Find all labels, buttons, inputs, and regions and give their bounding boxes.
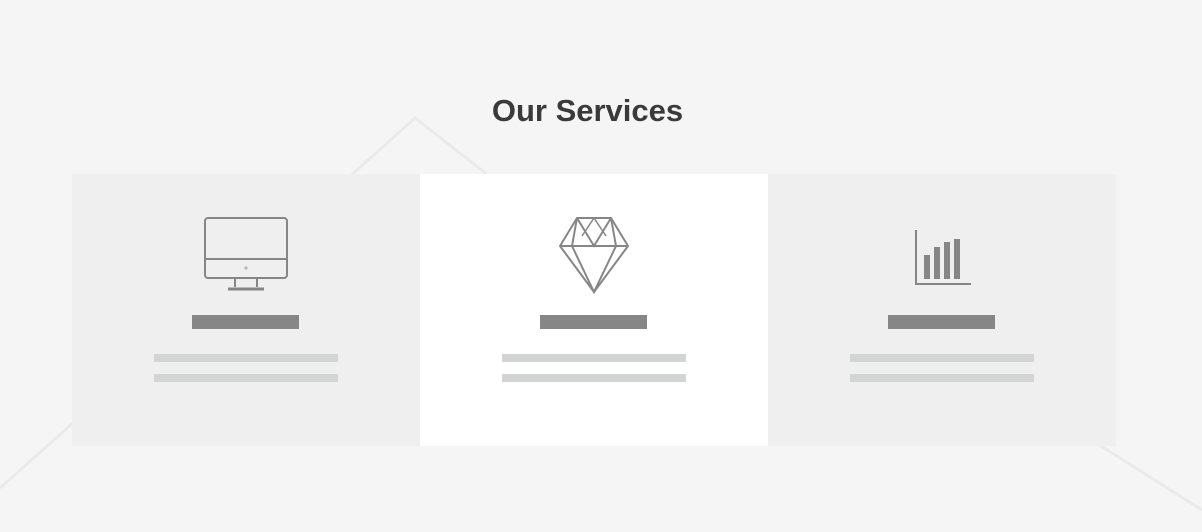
bar-chart-icon (892, 214, 992, 294)
services-row (72, 174, 1116, 446)
diamond-icon (544, 214, 644, 295)
service-text-placeholder-line (154, 354, 338, 362)
service-card-desktop[interactable] (72, 174, 420, 446)
service-heading-placeholder (540, 315, 647, 329)
service-heading-placeholder (192, 315, 299, 329)
desktop-monitor-icon (196, 214, 296, 294)
service-text-placeholder-line (502, 354, 686, 362)
service-text-placeholder-line (850, 354, 1034, 362)
service-text-placeholder-line (502, 374, 686, 382)
service-text-placeholder-line (850, 374, 1034, 382)
service-card-diamond[interactable] (420, 174, 768, 446)
page-title: Our Services (491, 92, 684, 128)
service-card-chart[interactable] (768, 174, 1116, 446)
service-text-placeholder-line (154, 374, 338, 382)
service-heading-placeholder (888, 315, 995, 329)
